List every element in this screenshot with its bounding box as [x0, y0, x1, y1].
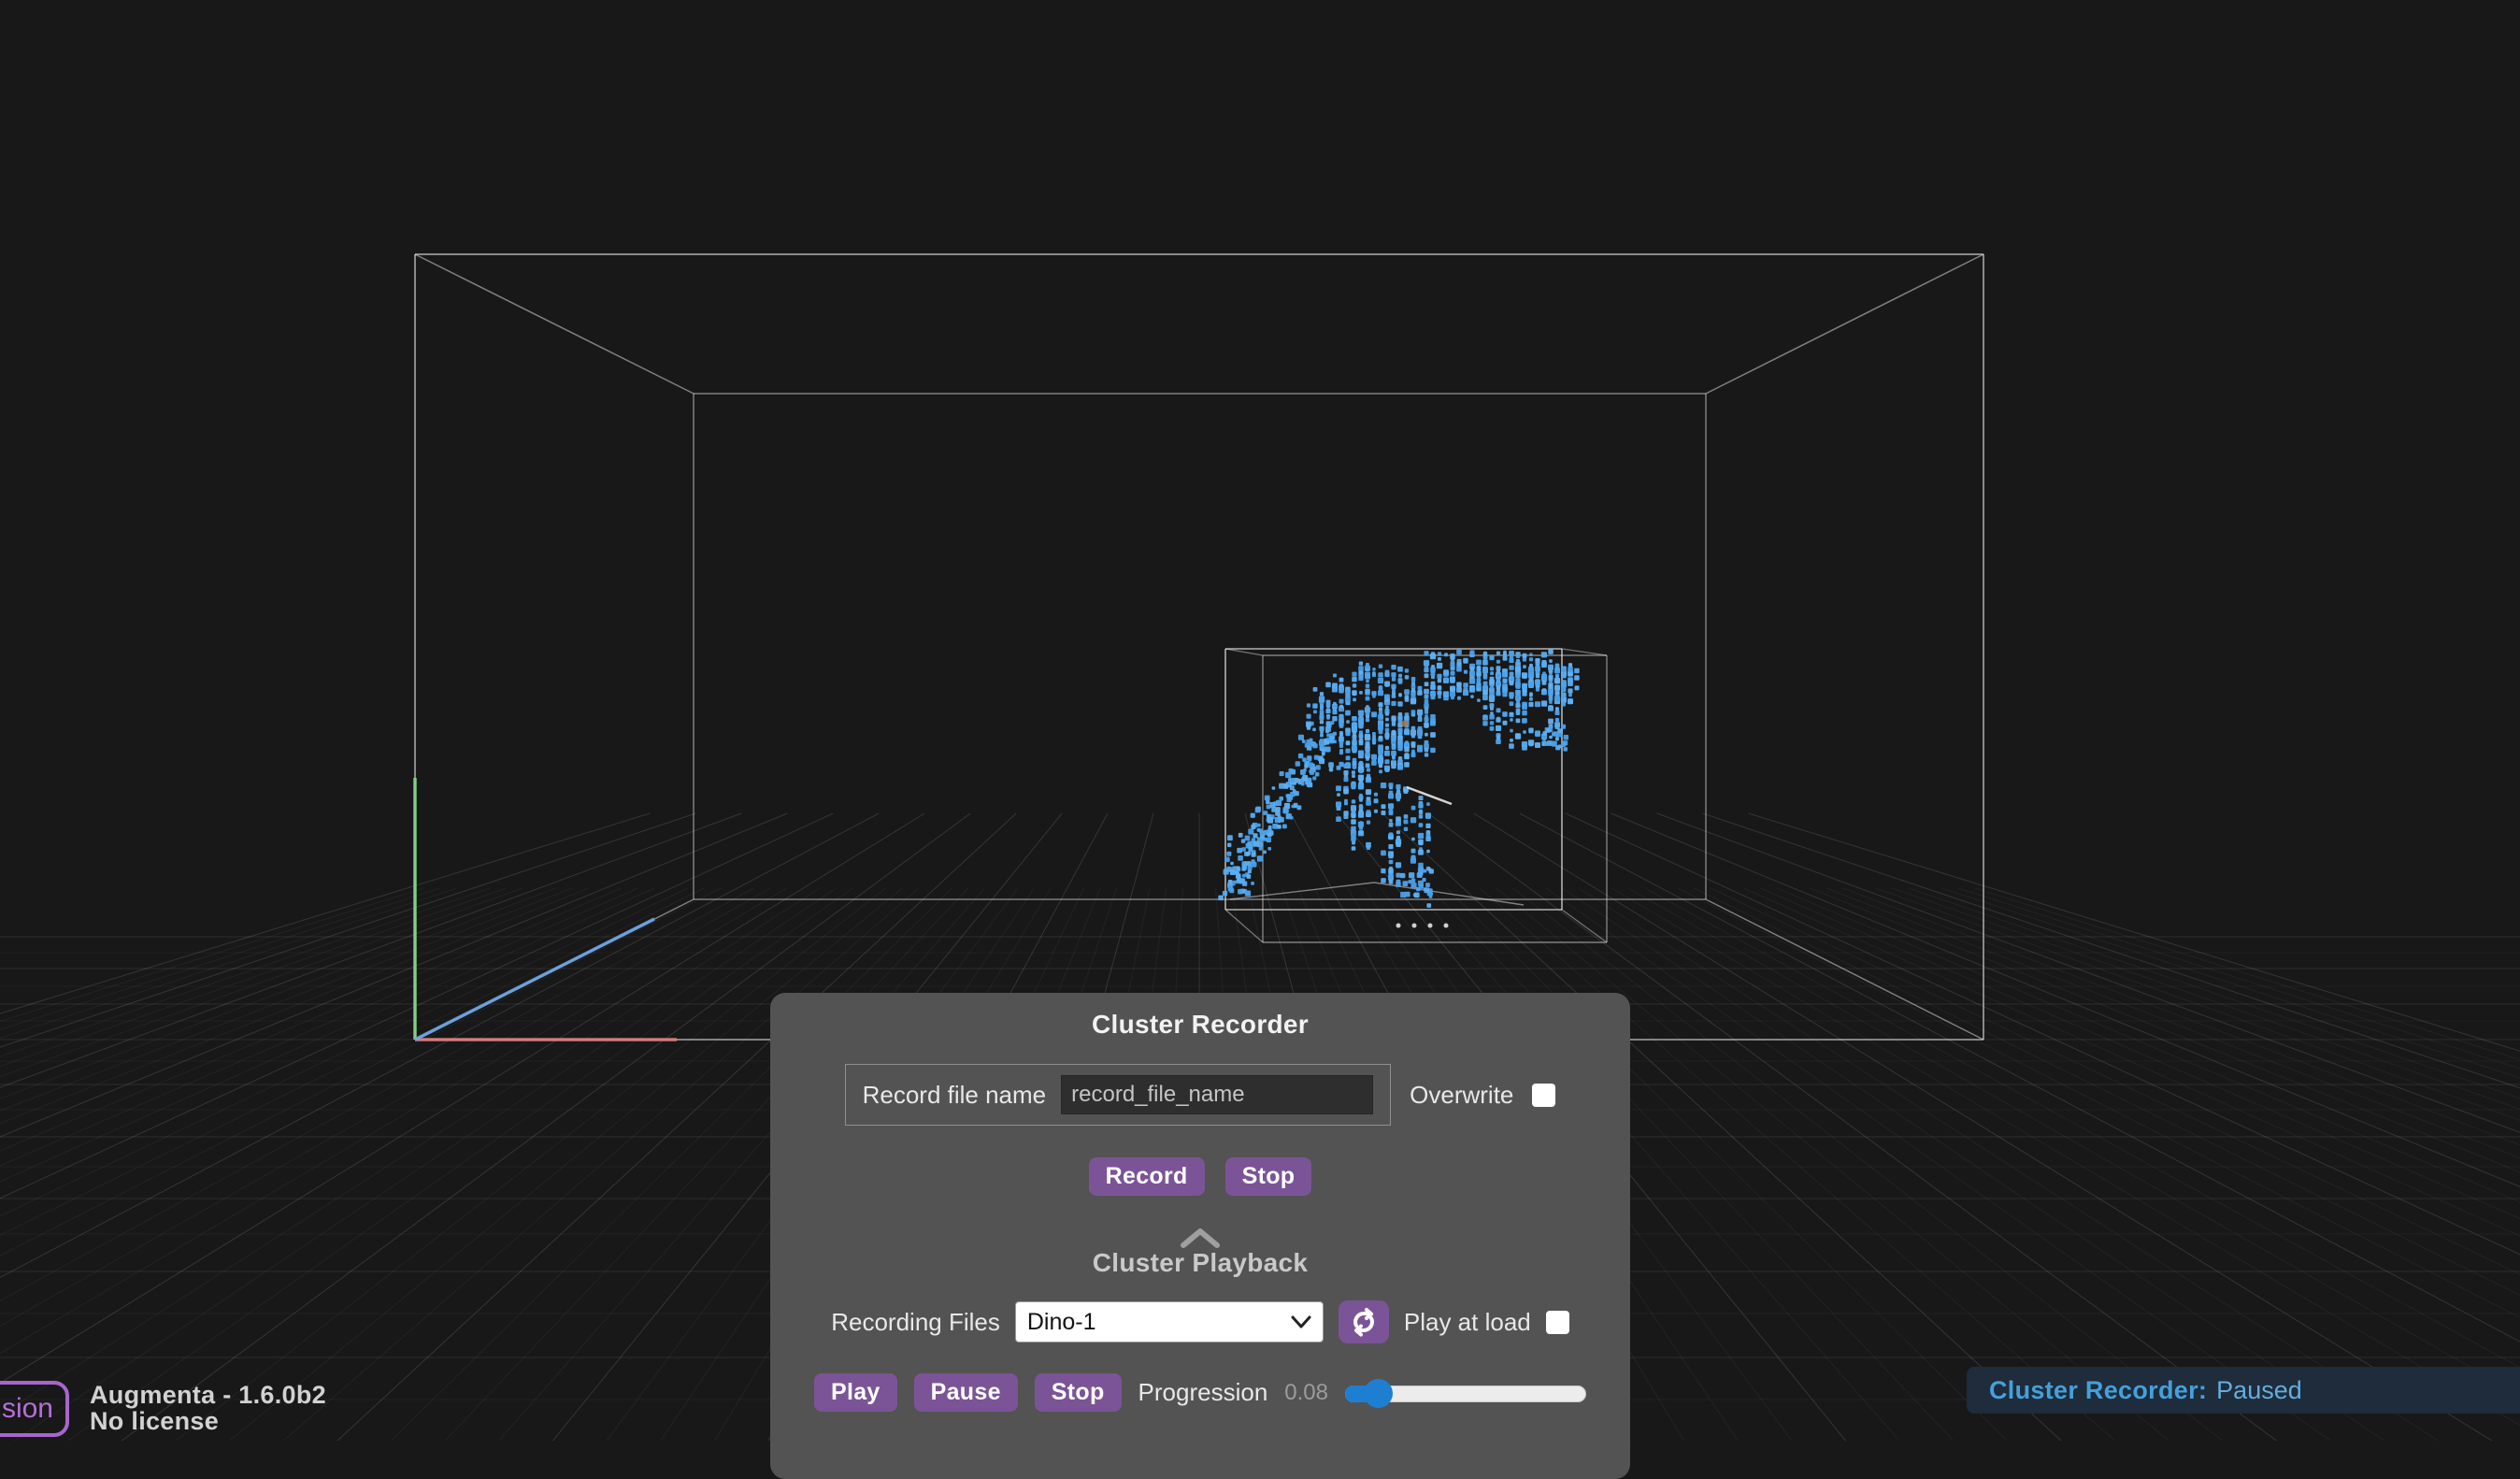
record-button[interactable]: Record	[1089, 1157, 1205, 1196]
overwrite-checkbox[interactable]	[1532, 1084, 1555, 1107]
playback-title: Cluster Playback	[770, 1248, 1630, 1278]
play-at-load-checkbox[interactable]	[1546, 1311, 1569, 1334]
record-buttons-row: Record Stop	[770, 1157, 1630, 1196]
overwrite-label: Overwrite	[1410, 1081, 1513, 1110]
cluster-recorder-panel: Cluster Recorder Record file name Overwr…	[770, 993, 1630, 1479]
status-prefix: Cluster Recorder:	[1989, 1376, 2207, 1405]
playback-stop-button[interactable]: Stop	[1035, 1373, 1122, 1412]
record-file-label: Record file name	[863, 1081, 1047, 1110]
record-file-input[interactable]	[1061, 1075, 1373, 1114]
license-label: No license	[90, 1408, 326, 1434]
record-file-group: Record file name	[845, 1064, 1392, 1126]
recording-files-label: Recording Files	[831, 1308, 1000, 1337]
play-button[interactable]: Play	[814, 1373, 897, 1412]
progression-label: Progression	[1138, 1378, 1268, 1407]
version-button[interactable]: sion	[0, 1381, 69, 1437]
recorder-title: Cluster Recorder	[770, 1010, 1630, 1040]
record-stop-button[interactable]: Stop	[1225, 1157, 1312, 1196]
recording-files-select[interactable]: Dino-1	[1015, 1301, 1324, 1343]
play-at-load-label: Play at load	[1404, 1308, 1531, 1337]
recorder-status-badge: Cluster Recorder: Paused	[1967, 1367, 2520, 1414]
version-info: Augmenta - 1.6.0b2 No license	[90, 1382, 326, 1434]
refresh-button[interactable]	[1339, 1300, 1389, 1343]
refresh-icon	[1349, 1307, 1379, 1337]
slider-handle[interactable]	[1364, 1379, 1393, 1408]
status-value: Paused	[2216, 1376, 2302, 1405]
pause-button[interactable]: Pause	[914, 1373, 1018, 1412]
progression-slider[interactable]	[1345, 1378, 1586, 1408]
chevron-down-icon	[1291, 1315, 1311, 1328]
chevron-up-icon[interactable]	[1180, 1228, 1221, 1248]
record-file-row: Record file name Overwrite	[770, 1064, 1630, 1126]
app-version-label: Augmenta - 1.6.0b2	[90, 1382, 326, 1408]
selected-file-label: Dino-1	[1027, 1309, 1096, 1336]
recording-files-row: Recording Files Dino-1 Play at load	[770, 1300, 1630, 1343]
playback-controls-row: Play Pause Stop Progression 0.08	[770, 1373, 1630, 1412]
progression-value: 0.08	[1284, 1380, 1328, 1406]
